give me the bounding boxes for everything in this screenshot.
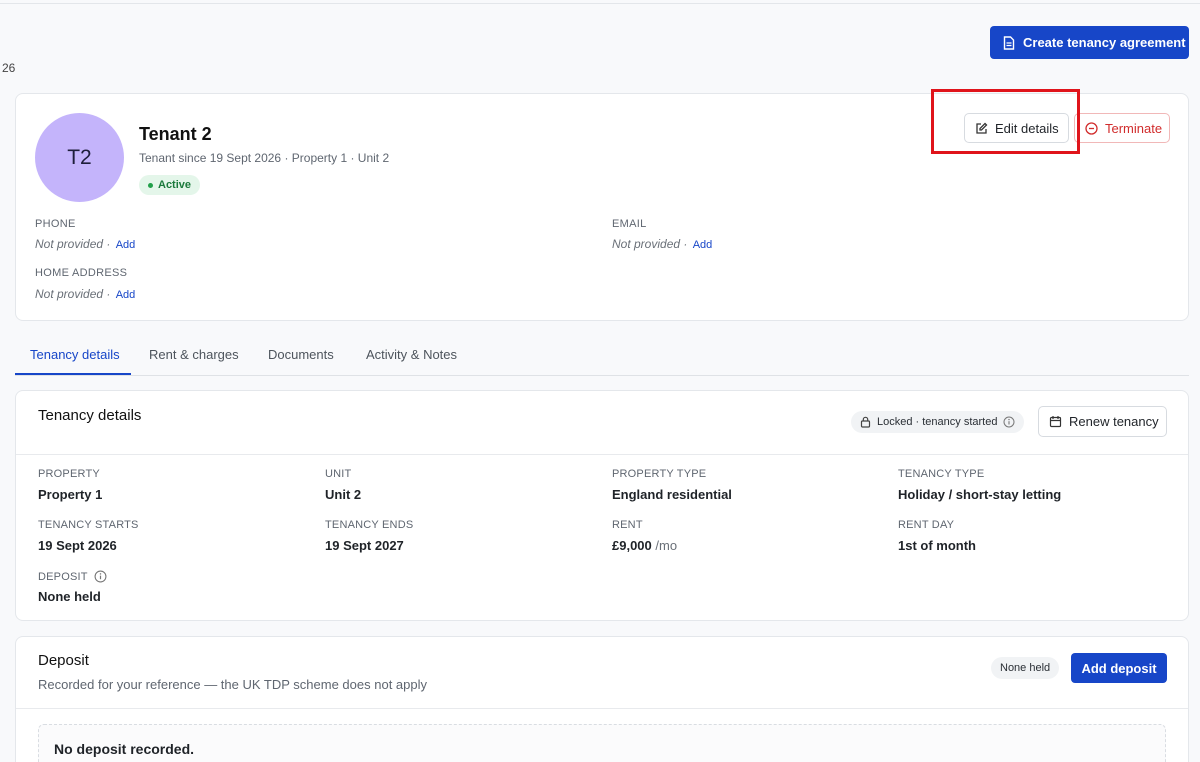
tab-documents[interactable]: Documents	[268, 347, 334, 362]
tenant-name: Tenant 2	[139, 124, 212, 144]
info-icon[interactable]	[1003, 416, 1015, 428]
status-dot-icon	[148, 182, 153, 188]
address-empty-text: Not provided ·	[35, 287, 111, 301]
tenant-subtitle: Tenant since 19 Sept 2026 · Property 1 ·…	[139, 151, 390, 165]
avatar: T2	[35, 113, 124, 202]
locked-label: Locked · tenancy started	[877, 416, 998, 428]
rent-amount: £9,000	[612, 538, 652, 553]
minus-circle-icon	[1085, 121, 1098, 135]
home-address-label: HOME ADDRESS	[35, 267, 128, 279]
renew-tenancy-label: Renew tenancy	[1069, 414, 1159, 429]
property-label: PROPERTY	[38, 468, 100, 480]
deposit-empty-state: No deposit recorded.	[38, 724, 1166, 762]
home-address-value: Not provided · Add	[35, 287, 135, 301]
rent-label: RENT	[612, 519, 643, 531]
tenancy-details-title: Tenancy details	[38, 407, 142, 424]
tenancy-ends-label: TENANCY ENDS	[325, 519, 414, 531]
terminate-label: Terminate	[1105, 120, 1163, 136]
phone-value: Not provided · Add	[35, 237, 135, 251]
document-icon	[1003, 35, 1015, 50]
rent-day-label: RENT DAY	[898, 519, 955, 531]
unit-value: Unit 2	[325, 487, 362, 502]
deposit-value: None held	[38, 589, 101, 604]
lock-icon	[860, 416, 871, 428]
renew-tenancy-button[interactable]: Renew tenancy	[1038, 406, 1167, 437]
locked-badge: Locked · tenancy started	[851, 411, 1025, 433]
highlight-annotation	[931, 89, 1080, 154]
tenancy-type-label: TENANCY TYPE	[898, 468, 985, 480]
terminate-button[interactable]: Terminate	[1074, 113, 1170, 143]
create-button-label: Create tenancy agreement	[1023, 35, 1186, 50]
property-type-value: England residential	[612, 487, 732, 502]
add-phone-link[interactable]: Add	[116, 239, 136, 251]
unit-label: UNIT	[325, 468, 352, 480]
property-type-label: PROPERTY TYPE	[612, 468, 707, 480]
deposit-title: Deposit	[38, 652, 89, 669]
add-address-link[interactable]: Add	[116, 289, 136, 301]
tab-rent-charges[interactable]: Rent & charges	[149, 347, 239, 362]
status-label: Active	[158, 179, 192, 191]
tenancy-starts-value: 19 Sept 2026	[38, 538, 117, 553]
email-label: EMAIL	[612, 218, 647, 230]
card-divider	[16, 454, 1188, 455]
tenancy-type-value: Holiday / short-stay letting	[898, 487, 1062, 502]
deposit-status-badge: None held	[991, 657, 1060, 679]
deposit-label-text: DEPOSIT	[38, 570, 88, 583]
top-divider	[0, 3, 1200, 4]
deposit-divider	[16, 708, 1188, 709]
phone-empty-text: Not provided ·	[35, 237, 111, 251]
rent-value: £9,000 /mo	[612, 538, 677, 553]
deposit-info-icon[interactable]	[94, 570, 107, 583]
add-email-link[interactable]: Add	[693, 239, 713, 251]
deposit-card: Deposit Recorded for your reference — th…	[15, 636, 1189, 762]
deposit-label: DEPOSIT	[38, 570, 107, 583]
phone-label: PHONE	[35, 218, 76, 230]
tab-tenancy-details[interactable]: Tenancy details	[30, 347, 120, 362]
property-value: Property 1	[38, 487, 103, 502]
status-badge: Active	[139, 175, 201, 195]
empty-message: No deposit recorded.	[54, 741, 195, 757]
tab-bar: Tenancy details Rent & charges Documents…	[15, 336, 1189, 376]
create-tenancy-agreement-button[interactable]: Create tenancy agreement	[990, 26, 1189, 59]
tenancy-starts-label: TENANCY STARTS	[38, 519, 139, 531]
rent-day-value: 1st of month	[898, 538, 976, 553]
email-empty-text: Not provided ·	[612, 237, 688, 251]
tenancy-details-card: Tenancy details Locked · tenancy started…	[15, 390, 1189, 621]
add-deposit-button[interactable]: Add deposit	[1071, 653, 1167, 683]
tab-activity-notes[interactable]: Activity & Notes	[366, 347, 457, 362]
tenancy-ends-value: 19 Sept 2027	[325, 538, 404, 553]
rent-unit: /mo	[655, 538, 678, 553]
active-tab-indicator	[15, 373, 131, 375]
calendar-icon	[1049, 415, 1062, 428]
deposit-subtitle: Recorded for your reference — the UK TDP…	[38, 677, 427, 692]
page-number: 26	[2, 61, 16, 75]
email-value: Not provided · Add	[612, 237, 712, 251]
